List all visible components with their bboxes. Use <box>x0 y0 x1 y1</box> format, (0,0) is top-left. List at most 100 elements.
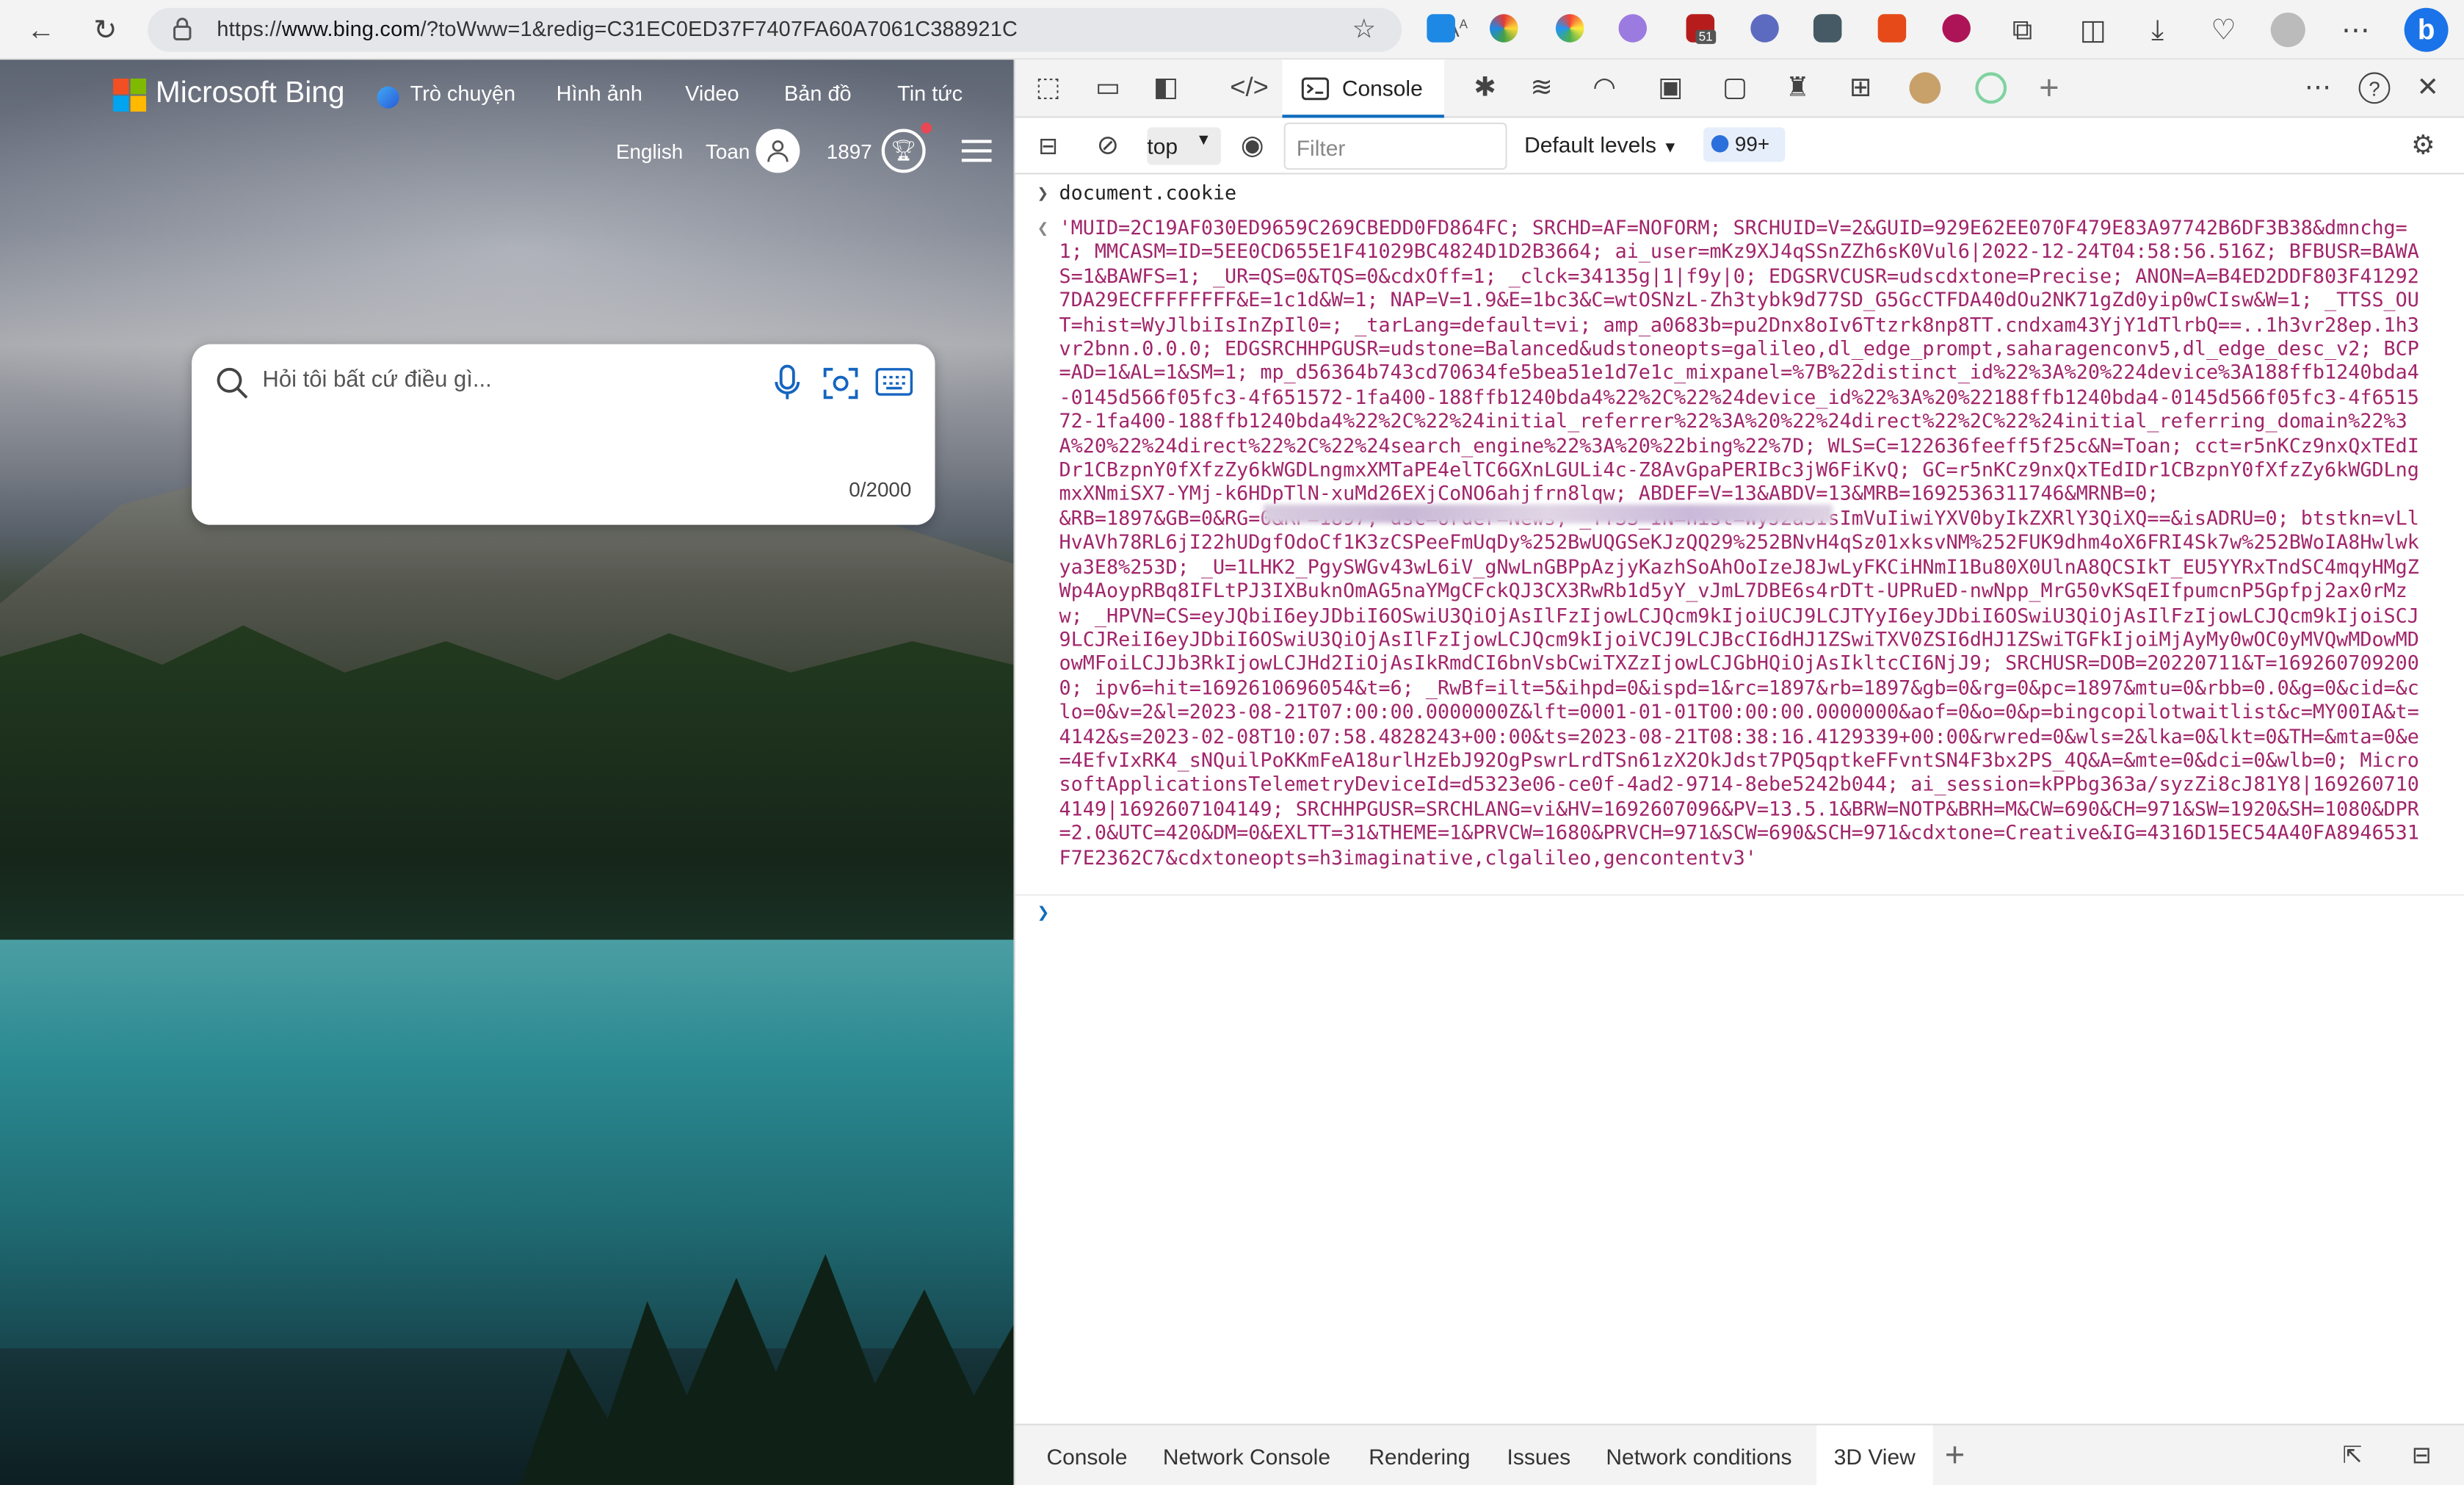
drawer-tab-console[interactable]: Console <box>1046 1444 1127 1469</box>
nav-chat[interactable]: Trò chuyện <box>410 82 516 105</box>
console-prompt-icon[interactable]: ❯ <box>1037 902 1050 925</box>
tab-console[interactable]: Console <box>1282 59 1444 118</box>
drawer-tab-network-conditions[interactable]: Network conditions <box>1606 1444 1791 1469</box>
context-label: top <box>1147 133 1178 159</box>
notification-dot <box>921 122 932 134</box>
cookie-editor-icon[interactable] <box>1909 72 1941 104</box>
hamburger-menu-icon[interactable] <box>961 140 992 162</box>
nav-images[interactable]: Hình ảnh <box>557 82 642 105</box>
microphone-icon[interactable] <box>773 364 802 402</box>
log-levels-dropdown[interactable]: Default levels ▼ <box>1524 132 1678 157</box>
extension-drop-icon[interactable] <box>1427 14 1455 43</box>
device-emulation-icon[interactable]: ▭ <box>1090 71 1125 105</box>
inspect-element-icon[interactable]: ⬚ <box>1031 71 1065 105</box>
char-counter: 0/2000 <box>849 477 912 502</box>
clear-console-icon[interactable]: ⊘ <box>1090 129 1125 163</box>
background-lake <box>0 939 1014 1348</box>
console-settings-gear-icon[interactable]: ⚙ <box>2406 129 2441 163</box>
drawer-tab-network-console[interactable]: Network Console <box>1163 1444 1330 1469</box>
dropdown-arrow-icon: ▼ <box>1195 131 1211 150</box>
memory-chip-icon[interactable]: ▣ <box>1653 71 1688 105</box>
drawer-tab-issues[interactable]: Issues <box>1507 1444 1571 1469</box>
favorite-star-icon[interactable]: ☆ <box>1345 11 1383 48</box>
issues-icon <box>1711 135 1729 153</box>
console-result-string[interactable]: 'MUID=2C19AF030ED9659C269CBEDD0FD864FC; … <box>1059 215 2427 869</box>
console-command[interactable]: document.cookie <box>1059 181 1237 204</box>
back-arrow-icon[interactable]: ← <box>22 11 59 48</box>
chat-icon <box>377 86 399 109</box>
bing-logo-text: Microsoft Bing <box>155 76 345 110</box>
add-drawer-tab-icon[interactable]: + <box>1938 1435 1972 1474</box>
console-icon <box>1301 77 1330 101</box>
rewards-trophy-icon[interactable]: 🏆︎ <box>881 129 926 173</box>
sidebar-toggle-icon[interactable]: ⊟ <box>1031 129 1065 163</box>
more-options-icon[interactable]: ⋯ <box>2300 71 2335 105</box>
bing-homepage: Microsoft Bing Trò chuyện Hình ảnh Video… <box>0 59 1014 1485</box>
more-menu-icon[interactable]: ⋯ <box>2337 11 2374 48</box>
devtools-tabbar: ⬚ ▭ ◧ </> Console ✱ ≋ ◠ ▣ ▢ ♜ ⊞ + ⋯ ? ✕ <box>1015 59 2464 118</box>
search-input[interactable]: Hỏi tôi bất cứ điều gì... <box>262 368 491 393</box>
url-text[interactable]: https://www.bing.com/?toWww=1&redig=C31E… <box>217 18 1018 41</box>
help-icon[interactable]: ? <box>2358 72 2391 104</box>
close-devtools-icon[interactable]: ✕ <box>2410 71 2445 105</box>
keyboard-icon[interactable] <box>875 368 913 397</box>
input-chevron-icon: ❯ <box>1037 182 1049 205</box>
redacted-region <box>1263 504 1833 524</box>
console-toolbar: ⊟ ⊘ top ▼ ◉ Filter Default levels ▼ 99+ … <box>1015 118 2464 175</box>
dock-side-icon[interactable]: ◧ <box>1149 71 1184 105</box>
microsoft-logo-icon <box>113 77 147 111</box>
sources-bug-icon[interactable]: ✱ <box>1468 71 1502 105</box>
heart-pulse-icon[interactable]: ♡ <box>2205 11 2242 48</box>
application-window-icon[interactable]: ▢ <box>1717 71 1752 105</box>
issues-badge[interactable]: 99+ <box>1703 127 1786 162</box>
tab-console-label: Console <box>1341 75 1423 101</box>
nav-video[interactable]: Video <box>685 82 739 105</box>
elements-tab-icon[interactable]: </> <box>1230 71 1269 105</box>
search-box[interactable]: Hỏi tôi bất cứ điều gì... 0/2000 <box>192 344 935 525</box>
add-tool-icon[interactable]: + <box>2032 68 2066 106</box>
language-link[interactable]: English <box>616 140 683 163</box>
move-to-top-icon[interactable]: ⇱ <box>2335 1438 2369 1473</box>
extension-circle-icon[interactable] <box>1975 72 2007 104</box>
close-drawer-icon[interactable]: ⊟ <box>2405 1438 2439 1473</box>
extension-robot-icon[interactable] <box>1813 14 1842 43</box>
network-wifi-icon[interactable]: ≋ <box>1524 71 1559 105</box>
bing-copilot-icon[interactable]: b <box>2404 7 2449 52</box>
extension-palette-icon[interactable] <box>1555 14 1584 43</box>
lighthouse-icon[interactable]: ♜ <box>1780 71 1815 105</box>
drawer-tab-rendering[interactable]: Rendering <box>1369 1444 1470 1469</box>
output-chevron-icon: ❮ <box>1037 217 1049 239</box>
extension-wave-icon[interactable] <box>1750 14 1779 43</box>
drawer-tabbar: Console Network Console Rendering Issues… <box>1015 1423 2464 1485</box>
devtools-panel: ⬚ ▭ ◧ </> Console ✱ ≋ ◠ ▣ ▢ ♜ ⊞ + ⋯ ? ✕ … <box>1013 59 2464 1485</box>
extension-purple-icon[interactable] <box>1618 14 1648 43</box>
split-screen-icon[interactable]: ◫ <box>2074 11 2112 48</box>
search-icon <box>217 367 248 399</box>
lock-icon <box>173 18 192 40</box>
bing-logo[interactable]: Microsoft Bing <box>113 76 345 112</box>
filter-input[interactable]: Filter <box>1283 122 1507 170</box>
downloads-icon[interactable]: ⤓ <box>2139 11 2176 48</box>
divider <box>1015 894 2464 896</box>
extensions-puzzle-icon[interactable]: ⧉ <box>2004 11 2041 48</box>
console-output[interactable]: ❯ document.cookie ❮ 'MUID=2C19AF030ED965… <box>1015 175 2464 1424</box>
extension-brave-icon[interactable] <box>1877 14 1907 43</box>
user-avatar-icon[interactable] <box>755 129 800 173</box>
live-expression-eye-icon[interactable]: ◉ <box>1235 129 1269 163</box>
user-name[interactable]: Toan <box>706 140 750 163</box>
refresh-icon[interactable]: ↻ <box>87 11 124 48</box>
performance-gauge-icon[interactable]: ◠ <box>1587 71 1622 105</box>
browser-toolbar: ← ↻ https://www.bing.com/?toWww=1&redig=… <box>0 0 2464 60</box>
extension-color-icon[interactable] <box>1490 14 1518 43</box>
visual-search-icon[interactable] <box>822 364 859 402</box>
rewards-points[interactable]: 1897 <box>827 140 872 163</box>
profile-avatar-icon[interactable] <box>2270 12 2305 48</box>
nav-maps[interactable]: Bản đồ <box>784 82 852 105</box>
extension-ublock-icon[interactable]: 51 <box>1686 14 1717 44</box>
address-bar[interactable]: https://www.bing.com/?toWww=1&redig=C31E… <box>148 7 1468 52</box>
security-icon[interactable]: ⊞ <box>1844 71 1878 105</box>
extension-spiral-icon[interactable] <box>1942 14 1971 43</box>
nav-news[interactable]: Tin tức <box>897 82 963 105</box>
context-selector[interactable]: top ▼ <box>1147 127 1222 165</box>
drawer-tab-3d-view[interactable]: 3D View <box>1816 1425 1933 1485</box>
